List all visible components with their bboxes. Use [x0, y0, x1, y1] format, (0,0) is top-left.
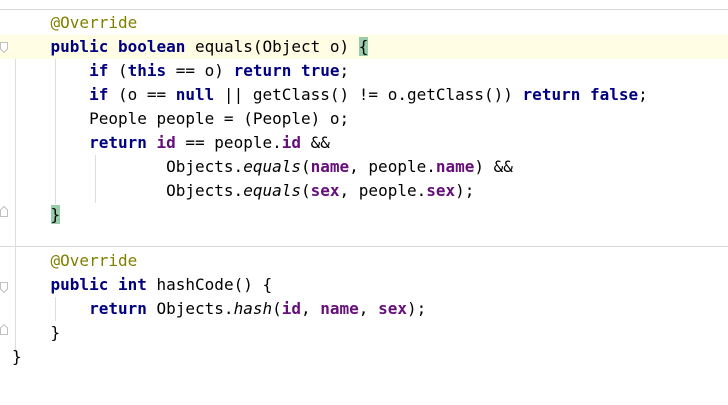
keyword: false: [589, 85, 639, 104]
code-text: Objects.: [146, 299, 234, 318]
code-text: People people = (People) o;: [89, 109, 350, 128]
code-text: ,: [358, 299, 379, 318]
static-method: equals: [243, 181, 301, 200]
code-line[interactable]: @Override: [12, 249, 138, 273]
field-reference: name: [435, 157, 475, 176]
field-reference: sex: [378, 299, 407, 318]
code-text: == o): [166, 61, 234, 80]
code-line[interactable]: if (o == null || getClass() != o.getClas…: [12, 83, 648, 107]
code-line[interactable]: }: [12, 321, 61, 345]
code-text: (o ==: [108, 85, 176, 104]
code-line[interactable]: return id == people.id &&: [12, 131, 330, 155]
keyword: this: [127, 61, 167, 80]
code-text: }: [50, 323, 61, 342]
fold-expand-end-icon[interactable]: [0, 206, 8, 217]
annotation: @Override: [50, 13, 138, 32]
code-text: (: [272, 299, 282, 318]
static-method: hash: [233, 299, 273, 318]
code-text: (: [300, 157, 311, 176]
fold-collapse-icon[interactable]: [0, 282, 8, 293]
static-method: equals: [243, 157, 301, 176]
code-text: &&: [301, 133, 330, 152]
code-text: Objects.: [166, 181, 244, 200]
keyword: return: [233, 61, 292, 80]
code-text: , people.: [349, 157, 436, 176]
code-text: );: [455, 181, 475, 200]
code-text: }: [12, 347, 22, 366]
code-text: );: [406, 299, 427, 318]
code-line[interactable]: People people = (People) o;: [12, 107, 349, 131]
code-text: || getClass() != o.getClass()): [214, 85, 523, 104]
keyword: true: [301, 61, 340, 80]
code-line[interactable]: }: [12, 345, 22, 369]
code-line[interactable]: if (this == o) return true;: [12, 59, 349, 83]
field-reference: id: [281, 299, 301, 318]
code-text: ) &&: [474, 157, 513, 176]
keyword: return: [89, 133, 147, 152]
field-reference: name: [310, 157, 350, 176]
keyword: int: [117, 275, 147, 294]
code-text: == people.: [175, 133, 282, 152]
keyword: if: [89, 85, 109, 104]
code-text: Objects.: [166, 157, 244, 176]
code-line[interactable]: Objects.equals(name, people.name) &&: [12, 155, 513, 179]
method-separator: [0, 9, 728, 10]
code-line[interactable]: Objects.equals(sex, people.sex);: [12, 179, 474, 203]
code-line[interactable]: return Objects.hash(id, name, sex);: [12, 297, 426, 321]
code-text: (: [300, 181, 311, 200]
fold-collapse-icon[interactable]: [0, 42, 8, 53]
code-line[interactable]: public boolean equals(Object o) {: [12, 35, 369, 59]
keyword: public: [50, 37, 109, 56]
field-reference: id: [281, 133, 301, 152]
keyword: public: [50, 275, 109, 294]
matched-brace: }: [50, 205, 61, 224]
matched-brace: {: [358, 37, 369, 56]
fold-expand-end-icon[interactable]: [0, 324, 8, 335]
code-text: hashCode() {: [146, 275, 273, 294]
code-text: ;: [339, 61, 350, 80]
field-reference: id: [156, 133, 176, 152]
code-text: , people.: [339, 181, 427, 200]
keyword: return: [522, 85, 581, 104]
code-text: (: [108, 61, 128, 80]
field-reference: sex: [310, 181, 340, 200]
code-text: ,: [301, 299, 321, 318]
code-text: ;: [638, 85, 648, 104]
code-line[interactable]: @Override: [12, 11, 138, 35]
keyword: boolean: [117, 37, 186, 56]
annotation: @Override: [50, 251, 138, 270]
keyword: return: [89, 299, 147, 318]
field-reference: sex: [426, 181, 456, 200]
method-separator: [0, 246, 728, 247]
code-line[interactable]: public int hashCode() {: [12, 273, 273, 297]
keyword: if: [89, 61, 109, 80]
code-editor[interactable]: @Override public boolean equals(Object o…: [0, 0, 728, 405]
code-line[interactable]: }: [12, 203, 61, 227]
code-text: equals(Object o): [185, 37, 359, 56]
keyword: null: [175, 85, 215, 104]
field-reference: name: [320, 299, 359, 318]
